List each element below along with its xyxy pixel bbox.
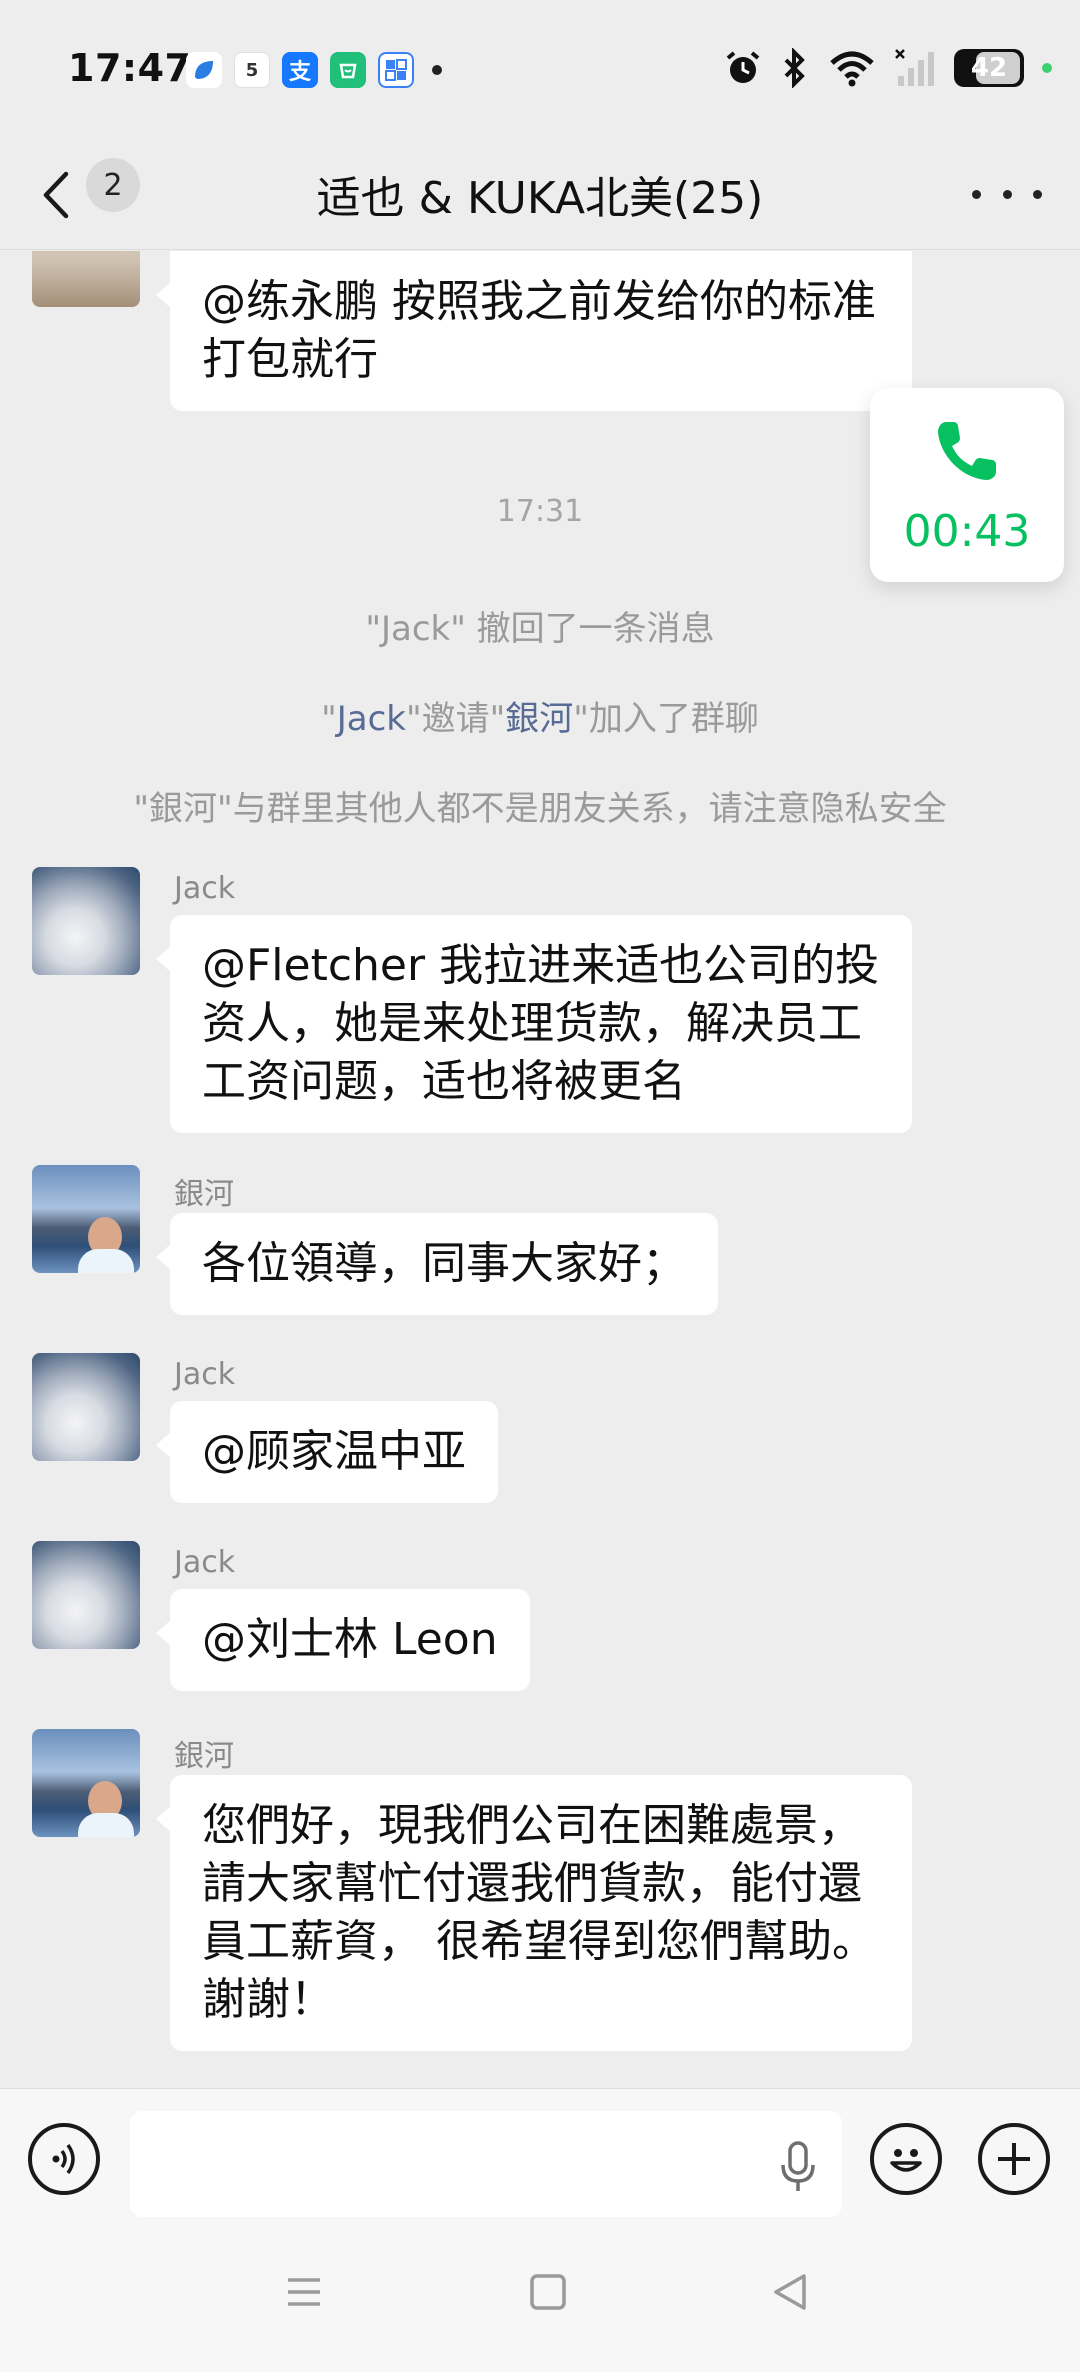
message-text: @Fletcher 我拉进来适也公司的投资人，她是来处理货款，解决员工工资问题，…: [202, 940, 880, 1107]
voice-wave-icon: [52, 2143, 75, 2175]
more-functions-button[interactable]: [978, 2123, 1050, 2195]
avatar-shirt: [78, 1249, 134, 1273]
invite-quote: ": [321, 699, 337, 739]
invite-text-end: "加入了群聊: [573, 699, 759, 739]
more-dot-icon: [972, 189, 981, 199]
avatar-shirt: [78, 1813, 134, 1837]
message-bubble[interactable]: 各位領導，同事大家好；: [156, 1213, 718, 1315]
voice-mode-button[interactable]: [28, 2123, 100, 2195]
more-dot-icon: [1002, 189, 1012, 199]
calendar-5-icon: 5: [234, 52, 270, 88]
message-input[interactable]: [130, 2111, 842, 2217]
charging-dot: [1042, 63, 1052, 73]
message-text: @顾家温中亚: [202, 1426, 466, 1477]
message-text: @练永鹏 按照我之前发给你的标准打包就行: [202, 276, 876, 385]
smiley-icon: [890, 2149, 922, 2172]
avatar[interactable]: [32, 867, 140, 975]
message-bubble[interactable]: 您們好，現我們公司在困難處景，請大家幫忙付還我們貨款，能付還員工薪資， 很希望得…: [156, 1775, 912, 2051]
more-dot-icon: [1033, 189, 1042, 199]
voice-call-float-widget[interactable]: 00:43: [870, 388, 1064, 582]
back-triangle-icon[interactable]: [770, 2272, 810, 2312]
message-text: @刘士林 Leon: [202, 1614, 498, 1665]
call-duration: 00:43: [903, 506, 1031, 557]
grid-app-icon: [378, 52, 414, 88]
alarm-icon: [726, 51, 760, 83]
more-options-button[interactable]: [972, 164, 1042, 224]
avatar[interactable]: [32, 1165, 140, 1273]
bluetooth-icon: [784, 48, 805, 88]
system-message-invite: "Jack"邀请"銀河"加入了群聊: [0, 691, 1080, 740]
blue-app-icon: [186, 52, 222, 88]
avatar[interactable]: [32, 251, 140, 307]
phone-icon: [938, 422, 996, 480]
calendar-day: 5: [245, 59, 259, 81]
status-bar: 17:47 5 支 42: [0, 0, 1080, 140]
sender-name: Jack: [174, 871, 236, 906]
sender-name: Jack: [174, 1357, 236, 1392]
message-text: 各位領導，同事大家好；: [202, 1238, 686, 1289]
invite-invitee-name[interactable]: 銀河: [505, 699, 573, 739]
more-notifications-dot: [432, 65, 442, 75]
battery-level: 42: [970, 53, 1008, 83]
emoji-button[interactable]: [870, 2123, 942, 2195]
system-message-recall: "Jack" 撤回了一条消息: [365, 609, 715, 649]
invite-text: "邀请": [405, 699, 506, 739]
avatar[interactable]: [32, 1541, 140, 1649]
system-icons: 42: [724, 48, 1052, 88]
invite-inviter-name[interactable]: Jack: [337, 699, 406, 739]
message-bubble[interactable]: @Fletcher 我拉进来适也公司的投资人，她是来处理货款，解决员工工资问题，…: [156, 915, 912, 1133]
system-navigation-bar: [0, 2228, 1080, 2372]
battery-icon: 42: [954, 49, 1024, 87]
system-message-privacy: "銀河"与群里其他人都不是朋友关系，请注意隐私安全: [133, 789, 947, 829]
status-time: 17:47: [68, 46, 192, 90]
wechat-group-chat-screen: 17:47 5 支 42 2 适也 & KUKA北美(25) @练永鹏 按照我之…: [0, 0, 1080, 2372]
sender-name: 銀河: [174, 1177, 234, 1212]
signal-icon: [895, 49, 934, 86]
chat-title: 适也 & KUKA北美(25): [316, 173, 764, 224]
message-bubble[interactable]: @顾家温中亚: [156, 1401, 498, 1503]
sender-name: Jack: [174, 1545, 236, 1580]
message-bubble[interactable]: @刘士林 Leon: [156, 1589, 530, 1691]
menu-icon[interactable]: [284, 2272, 324, 2312]
microphone-icon[interactable]: [778, 2141, 818, 2193]
green-app-icon: [330, 52, 366, 88]
sender-name: 銀河: [174, 1739, 234, 1774]
chat-input-bar: [0, 2088, 1080, 2228]
plus-icon: [998, 2143, 1030, 2175]
home-square-icon[interactable]: [528, 2272, 568, 2312]
avatar[interactable]: [32, 1353, 140, 1461]
alipay-icon: 支: [282, 52, 318, 88]
wifi-icon: [830, 51, 874, 87]
chat-navbar: 2 适也 & KUKA北美(25): [0, 140, 1080, 250]
message-bubble[interactable]: @练永鹏 按照我之前发给你的标准打包就行: [156, 251, 912, 411]
message-text: 您們好，現我們公司在困難處景，請大家幫忙付還我們貨款，能付還員工薪資， 很希望得…: [202, 1800, 876, 2025]
notification-icons: 5 支: [186, 52, 442, 88]
avatar[interactable]: [32, 1729, 140, 1837]
